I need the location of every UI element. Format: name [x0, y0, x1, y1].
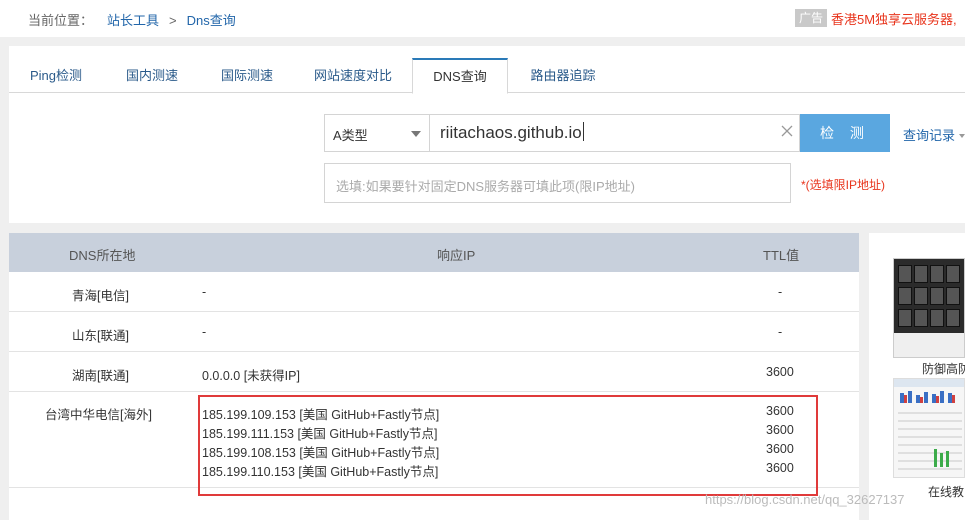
row-ttl: 3600 [766, 365, 794, 379]
breadcrumb-separator: > [169, 13, 177, 28]
query-history-link[interactable]: 查询记录 [903, 125, 965, 144]
row-location: 青海[电信] [72, 289, 129, 303]
breadcrumb-prefix: 当前位置： [28, 13, 94, 28]
highlight-box [198, 395, 818, 496]
ad-link[interactable]: 香港5M独享云服务器, [831, 9, 957, 28]
record-type-select[interactable]: A类型 [324, 114, 429, 152]
row-location: 台湾中华电信[海外] [45, 408, 152, 422]
dns-tool-panel: Ping检测 国内测速 国际测速 网站速度对比 DNS查询 路由器追踪 A类型 … [9, 46, 965, 223]
row-location: 山东[联通] [72, 329, 129, 343]
dns-server-input[interactable]: 选填:如果要针对固定DNS服务器可填此项(限IP地址) [324, 163, 791, 203]
caret-down-icon [959, 134, 965, 138]
breadcrumb-link-dns[interactable]: Dns查询 [187, 13, 236, 28]
table-row: 青海[电信] - - [9, 272, 859, 312]
tab-ping[interactable]: Ping检测 [15, 58, 97, 93]
header-location: DNS所在地 [69, 248, 136, 263]
row-ip: - [202, 285, 207, 299]
domain-input[interactable]: riitachaos.github.io [429, 114, 800, 152]
breadcrumb: 当前位置： 站长工具 > Dns查询 [28, 10, 236, 29]
header-ip: 响应IP [437, 248, 476, 263]
row-ip: - [202, 325, 207, 339]
table-row: 湖南[联通] 0.0.0.0 [未获得IP] 3600 [9, 352, 859, 392]
tab-dns-query[interactable]: DNS查询 [412, 58, 508, 94]
dns-server-placeholder: 选填:如果要针对固定DNS服务器可填此项(限IP地址) [336, 179, 636, 194]
tab-speed-compare[interactable]: 网站速度对比 [304, 58, 402, 93]
tool-tabs: Ping检测 国内测速 国际测速 网站速度对比 DNS查询 路由器追踪 [9, 58, 965, 94]
table-header: DNS所在地 响应IP TTL值 [9, 233, 859, 272]
tab-traceroute[interactable]: 路由器追踪 [519, 58, 607, 93]
watermark-text: https://blog.csdn.net/qq_32627137 [705, 492, 905, 507]
row-location: 湖南[联通] [72, 369, 129, 383]
row-ip: 0.0.0.0 [未获得IP] [202, 369, 300, 383]
domain-input-value: riitachaos.github.io [440, 122, 584, 142]
header-ttl: TTL值 [763, 248, 800, 263]
dns-results-table: DNS所在地 响应IP TTL值 青海[电信] - - 山东[联通] - - 湖… [9, 233, 859, 520]
ad-tag: 广告 [795, 9, 828, 27]
ad1-caption[interactable]: 防御高防 [922, 360, 965, 377]
chevron-down-icon [411, 131, 421, 137]
check-button[interactable]: 检 测 [800, 114, 890, 152]
breadcrumb-bar: 当前位置： 站长工具 > Dns查询 广告 香港5M独享云服务器, [0, 0, 965, 37]
dns-server-note: *(选填限IP地址) [801, 178, 886, 192]
record-type-value: A类型 [333, 128, 368, 143]
side-ad-column: 防御高防 在线教 [869, 233, 965, 520]
ad2-caption[interactable]: 在线教 [928, 483, 964, 500]
tab-international-speed[interactable]: 国际测速 [207, 58, 287, 93]
table-row: 山东[联通] - - [9, 312, 859, 352]
breadcrumb-link-tools[interactable]: 站长工具 [107, 13, 159, 28]
tab-domestic-speed[interactable]: 国内测速 [112, 58, 192, 93]
close-icon[interactable] [779, 123, 795, 139]
ad-image-servers[interactable] [893, 258, 965, 358]
row-ttl: - [778, 325, 783, 339]
row-ttl: - [778, 285, 783, 299]
ad-image-dashboard[interactable] [893, 378, 965, 478]
